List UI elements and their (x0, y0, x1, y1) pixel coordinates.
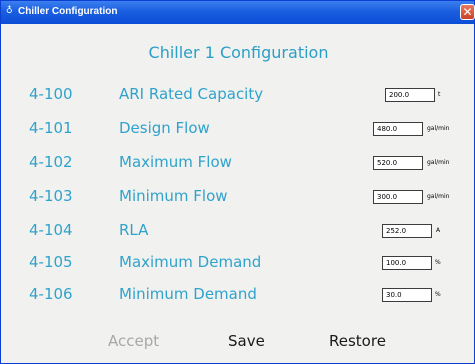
rla-input[interactable] (382, 224, 432, 238)
param-row-4-102: 4-102 Maximum Flow gal/min (1, 153, 475, 175)
page-title: Chiller 1 Configuration (148, 43, 329, 62)
param-unit: A (436, 227, 441, 234)
param-name: Maximum Demand (119, 253, 262, 271)
param-name: Maximum Flow (119, 153, 232, 171)
param-row-4-103: 4-103 Minimum Flow gal/min (1, 187, 475, 209)
param-row-4-104: 4-104 RLA A (1, 221, 475, 243)
maximum-flow-input[interactable] (373, 156, 423, 170)
close-button[interactable]: ✕ (460, 4, 475, 20)
param-unit: % (435, 259, 441, 266)
param-unit: gal/min (427, 193, 450, 200)
param-name: Minimum Demand (119, 285, 257, 303)
design-flow-input[interactable] (373, 122, 423, 136)
param-unit: gal/min (427, 125, 450, 132)
restore-button[interactable]: Restore (329, 332, 386, 350)
ari-rated-capacity-input[interactable] (385, 88, 435, 102)
accept-button[interactable]: Accept (108, 332, 159, 350)
param-row-4-100: 4-100 ARI Rated Capacity t (1, 85, 475, 107)
save-button[interactable]: Save (228, 332, 265, 350)
minimum-flow-input[interactable] (373, 190, 423, 204)
param-name: Design Flow (119, 119, 210, 137)
param-code: 4-100 (29, 85, 73, 103)
param-code: 4-103 (29, 187, 73, 205)
param-code: 4-105 (29, 253, 73, 271)
param-name: Minimum Flow (119, 187, 228, 205)
param-code: 4-106 (29, 285, 73, 303)
title-bar[interactable]: ♁ Chiller Configuration ✕ (1, 1, 475, 24)
param-code: 4-101 (29, 119, 73, 137)
param-unit: gal/min (427, 159, 450, 166)
param-name: ARI Rated Capacity (119, 85, 264, 103)
chiller-config-window: ♁ Chiller Configuration ✕ Chiller 1 Conf… (0, 0, 475, 364)
maximum-demand-input[interactable] (382, 256, 432, 270)
param-name: RLA (119, 221, 149, 239)
minimum-demand-input[interactable] (382, 288, 432, 302)
param-unit: % (435, 291, 441, 298)
param-code: 4-102 (29, 153, 73, 171)
param-row-4-105: 4-105 Maximum Demand % (1, 253, 475, 275)
app-icon: ♁ (6, 6, 13, 16)
param-unit: t (438, 91, 441, 98)
param-row-4-101: 4-101 Design Flow gal/min (1, 119, 475, 141)
param-row-4-106: 4-106 Minimum Demand % (1, 285, 475, 307)
window-title: Chiller Configuration (18, 6, 118, 17)
param-code: 4-104 (29, 221, 73, 239)
close-icon: ✕ (462, 5, 473, 19)
